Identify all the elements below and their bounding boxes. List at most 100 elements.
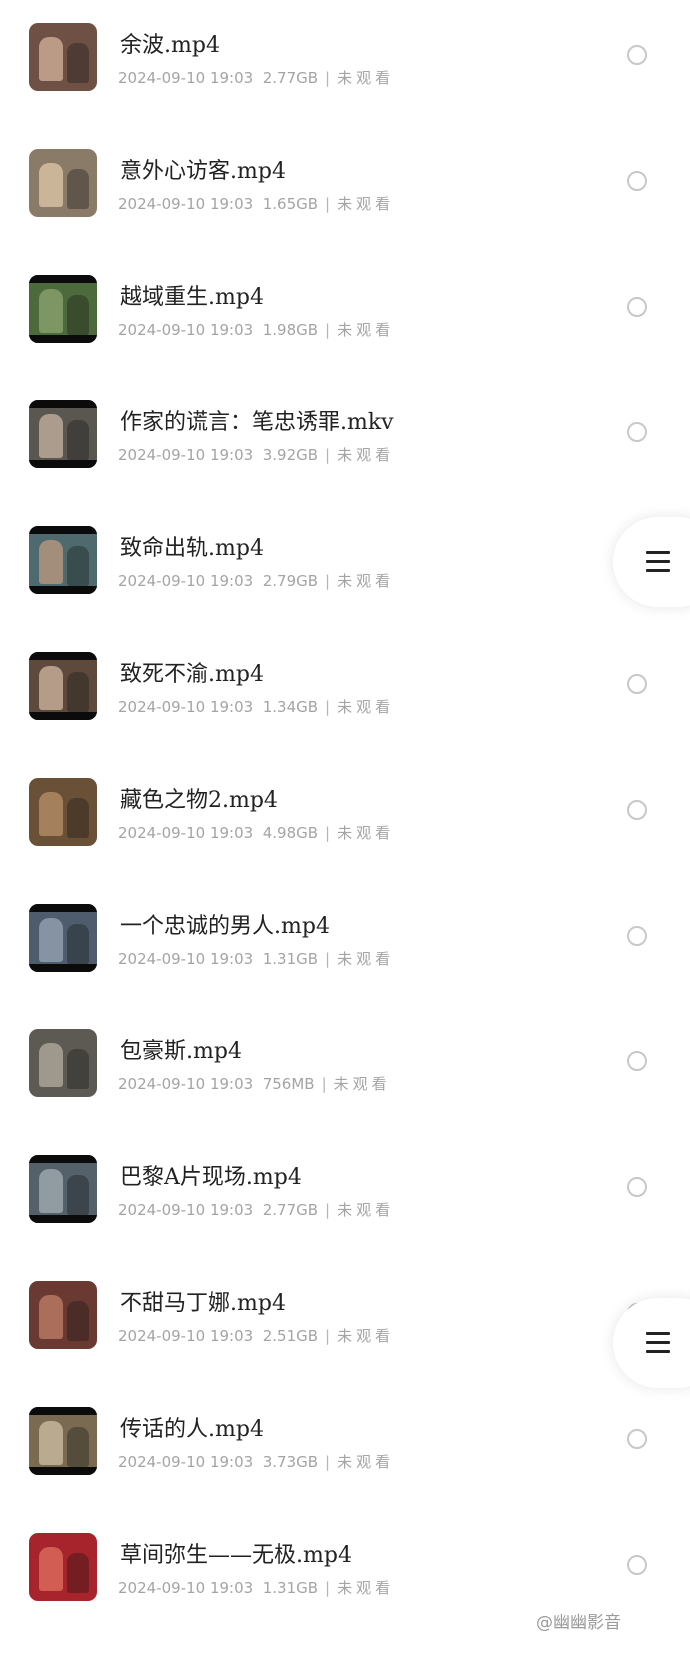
file-title[interactable]: 藏色之物2.mp4 — [120, 782, 278, 814]
select-radio[interactable] — [627, 674, 647, 694]
file-title[interactable]: 草间弥生——无极.mp4 — [120, 1537, 352, 1569]
select-radio[interactable] — [627, 926, 647, 946]
file-date: 2024-09-10 19:03 — [118, 1075, 254, 1093]
list-item[interactable]: 一个忠诚的男人.mp4 2024-09-10 19:03 1.31GB | 未观看 — [0, 904, 690, 1030]
file-size: 1.65GB — [262, 195, 319, 213]
select-radio[interactable] — [627, 45, 647, 65]
file-meta: 2024-09-10 19:03 3.92GB | 未观看 — [118, 444, 394, 465]
file-meta: 2024-09-10 19:03 1.31GB | 未观看 — [118, 1577, 394, 1598]
list-item[interactable]: 越域重生.mp4 2024-09-10 19:03 1.98GB | 未观看 — [0, 275, 690, 401]
file-date: 2024-09-10 19:03 — [118, 572, 254, 590]
file-size: 756MB — [262, 1075, 315, 1093]
list-item[interactable]: 作家的谎言：笔忠诱罪.mkv 2024-09-10 19:03 3.92GB | 未观… — [0, 400, 690, 526]
list-item[interactable]: 意外心访客.mp4 2024-09-10 19:03 1.65GB | 未观看 — [0, 149, 690, 275]
list-item[interactable]: 不甜马丁娜.mp4 2024-09-10 19:03 2.51GB | 未观看 — [0, 1281, 690, 1407]
watch-status: 未观看 — [337, 321, 395, 339]
video-thumbnail[interactable] — [29, 275, 97, 343]
file-date: 2024-09-10 19:03 — [118, 1453, 254, 1471]
list-item[interactable]: 致命出轨.mp4 2024-09-10 19:03 2.79GB | 未观看 — [0, 526, 690, 652]
file-size: 2.77GB — [262, 69, 319, 87]
file-date: 2024-09-10 19:03 — [118, 321, 254, 339]
meta-divider: | — [325, 1453, 331, 1471]
file-size: 1.34GB — [262, 698, 319, 716]
meta-divider: | — [325, 572, 331, 590]
meta-divider: | — [325, 950, 331, 968]
file-title[interactable]: 意外心访客.mp4 — [120, 153, 286, 185]
file-meta: 2024-09-10 19:03 756MB | 未观看 — [118, 1073, 391, 1094]
video-thumbnail[interactable] — [29, 1533, 97, 1601]
file-meta: 2024-09-10 19:03 2.51GB | 未观看 — [118, 1325, 394, 1346]
select-radio[interactable] — [627, 1429, 647, 1449]
select-radio[interactable] — [627, 1051, 647, 1071]
file-size: 1.31GB — [262, 950, 319, 968]
video-thumbnail[interactable] — [29, 400, 97, 468]
watch-status: 未观看 — [337, 1327, 395, 1345]
list-item[interactable]: 巴黎A片现场.mp4 2024-09-10 19:03 2.77GB | 未观看 — [0, 1155, 690, 1281]
file-size: 2.51GB — [262, 1327, 319, 1345]
file-size: 2.79GB — [262, 572, 319, 590]
file-title[interactable]: 一个忠诚的男人.mp4 — [120, 908, 330, 940]
file-title[interactable]: 致命出轨.mp4 — [120, 530, 264, 562]
meta-divider: | — [325, 1201, 331, 1219]
file-date: 2024-09-10 19:03 — [118, 195, 254, 213]
list-item[interactable]: 致死不渝.mp4 2024-09-10 19:03 1.34GB | 未观看 — [0, 652, 690, 778]
list-item[interactable]: 传话的人.mp4 2024-09-10 19:03 3.73GB | 未观看 — [0, 1407, 690, 1533]
video-thumbnail[interactable] — [29, 1407, 97, 1475]
file-title[interactable]: 致死不渝.mp4 — [120, 656, 264, 688]
file-date: 2024-09-10 19:03 — [118, 1579, 254, 1597]
file-title[interactable]: 作家的谎言：笔忠诱罪.mkv — [120, 404, 394, 436]
watch-status: 未观看 — [337, 698, 395, 716]
select-radio[interactable] — [627, 422, 647, 442]
select-radio[interactable] — [627, 171, 647, 191]
file-meta: 2024-09-10 19:03 2.77GB | 未观看 — [118, 1199, 394, 1220]
meta-divider: | — [325, 1327, 331, 1345]
menu-icon — [646, 1332, 670, 1354]
video-thumbnail[interactable] — [29, 778, 97, 846]
watch-status: 未观看 — [337, 1453, 395, 1471]
file-date: 2024-09-10 19:03 — [118, 950, 254, 968]
list-item[interactable]: 藏色之物2.mp4 2024-09-10 19:03 4.98GB | 未观看 — [0, 778, 690, 904]
video-thumbnail[interactable] — [29, 1155, 97, 1223]
video-thumbnail[interactable] — [29, 526, 97, 594]
file-meta: 2024-09-10 19:03 1.31GB | 未观看 — [118, 948, 394, 969]
file-title[interactable]: 越域重生.mp4 — [120, 279, 264, 311]
video-thumbnail[interactable] — [29, 1281, 97, 1349]
file-meta: 2024-09-10 19:03 1.65GB | 未观看 — [118, 193, 394, 214]
file-meta: 2024-09-10 19:03 2.79GB | 未观看 — [118, 570, 394, 591]
file-meta: 2024-09-10 19:03 2.77GB | 未观看 — [118, 67, 394, 88]
meta-divider: | — [325, 69, 331, 87]
file-date: 2024-09-10 19:03 — [118, 446, 254, 464]
file-size: 4.98GB — [262, 824, 319, 842]
file-title[interactable]: 不甜马丁娜.mp4 — [120, 1285, 286, 1317]
file-meta: 2024-09-10 19:03 1.98GB | 未观看 — [118, 319, 394, 340]
file-title[interactable]: 传话的人.mp4 — [120, 1411, 264, 1443]
meta-divider: | — [325, 446, 331, 464]
file-title[interactable]: 余波.mp4 — [120, 27, 220, 59]
file-size: 2.77GB — [262, 1201, 319, 1219]
file-date: 2024-09-10 19:03 — [118, 824, 254, 842]
video-thumbnail[interactable] — [29, 23, 97, 91]
list-item[interactable]: 余波.mp4 2024-09-10 19:03 2.77GB | 未观看 — [0, 23, 690, 149]
file-title[interactable]: 包豪斯.mp4 — [120, 1033, 242, 1065]
file-title[interactable]: 巴黎A片现场.mp4 — [120, 1159, 302, 1191]
file-date: 2024-09-10 19:03 — [118, 698, 254, 716]
list-item[interactable]: 草间弥生——无极.mp4 2024-09-10 19:03 1.31GB | 未观看 — [0, 1533, 690, 1659]
file-date: 2024-09-10 19:03 — [118, 1327, 254, 1345]
select-radio[interactable] — [627, 1555, 647, 1575]
video-thumbnail[interactable] — [29, 652, 97, 720]
video-thumbnail[interactable] — [29, 149, 97, 217]
meta-divider: | — [325, 321, 331, 339]
watermark: @幽幽影音 — [536, 1613, 621, 1633]
watch-status: 未观看 — [337, 572, 395, 590]
list-item[interactable]: 包豪斯.mp4 2024-09-10 19:03 756MB | 未观看 — [0, 1029, 690, 1155]
video-thumbnail[interactable] — [29, 904, 97, 972]
select-radio[interactable] — [627, 800, 647, 820]
meta-divider: | — [325, 698, 331, 716]
file-meta: 2024-09-10 19:03 3.73GB | 未观看 — [118, 1451, 394, 1472]
select-radio[interactable] — [627, 297, 647, 317]
select-radio[interactable] — [627, 1177, 647, 1197]
file-meta: 2024-09-10 19:03 1.34GB | 未观看 — [118, 696, 394, 717]
file-size: 3.73GB — [262, 1453, 319, 1471]
video-thumbnail[interactable] — [29, 1029, 97, 1097]
menu-icon — [646, 551, 670, 573]
